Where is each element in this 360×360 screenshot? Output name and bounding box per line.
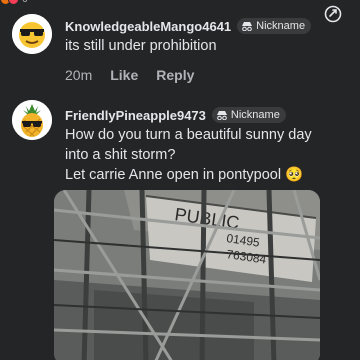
comment-text-line: into a shit storm? <box>65 147 176 163</box>
reply-button[interactable]: Reply <box>156 67 194 83</box>
comment-text-line: How do you turn a beautiful sunny day <box>65 127 312 143</box>
comment-photo[interactable]: PUBLIC 01495 763084 <box>54 190 320 360</box>
nickname-badge: Nickname <box>237 18 312 34</box>
comment-item: KnowledgeableMango4641 Nickname its stil… <box>0 0 360 90</box>
comments-screen: 6 KnowledgeableMango4641 <box>0 0 360 360</box>
comment-time[interactable]: 20m <box>65 67 92 83</box>
sunglasses-emoji-avatar-icon <box>12 14 52 54</box>
comment-actions: 20m Like Reply <box>65 67 212 83</box>
comment-author[interactable]: KnowledgeableMango4641 <box>65 19 231 34</box>
nickname-badge: Nickname <box>211 107 286 123</box>
incognito-icon <box>216 111 227 120</box>
avatar[interactable] <box>12 14 52 54</box>
comment-author[interactable]: FriendlyPineapple9473 <box>65 108 206 123</box>
nickname-label: Nickname <box>230 109 280 121</box>
scaffolding-photo-image: PUBLIC 01495 763084 <box>54 190 320 360</box>
comment-text-line: its still under prohibition <box>65 38 217 54</box>
like-button[interactable]: Like <box>110 67 138 83</box>
comment-text: its still under prohibition <box>65 36 217 56</box>
avatar[interactable] <box>12 100 52 140</box>
nickname-label: Nickname <box>256 20 306 32</box>
pineapple-sunglasses-avatar-icon <box>12 100 52 140</box>
incognito-icon <box>242 22 253 31</box>
comment-text: How do you turn a beautiful sunny day in… <box>65 125 312 185</box>
comment-text-line: Let carrie Anne open in pontypool 🥺 <box>65 167 304 183</box>
